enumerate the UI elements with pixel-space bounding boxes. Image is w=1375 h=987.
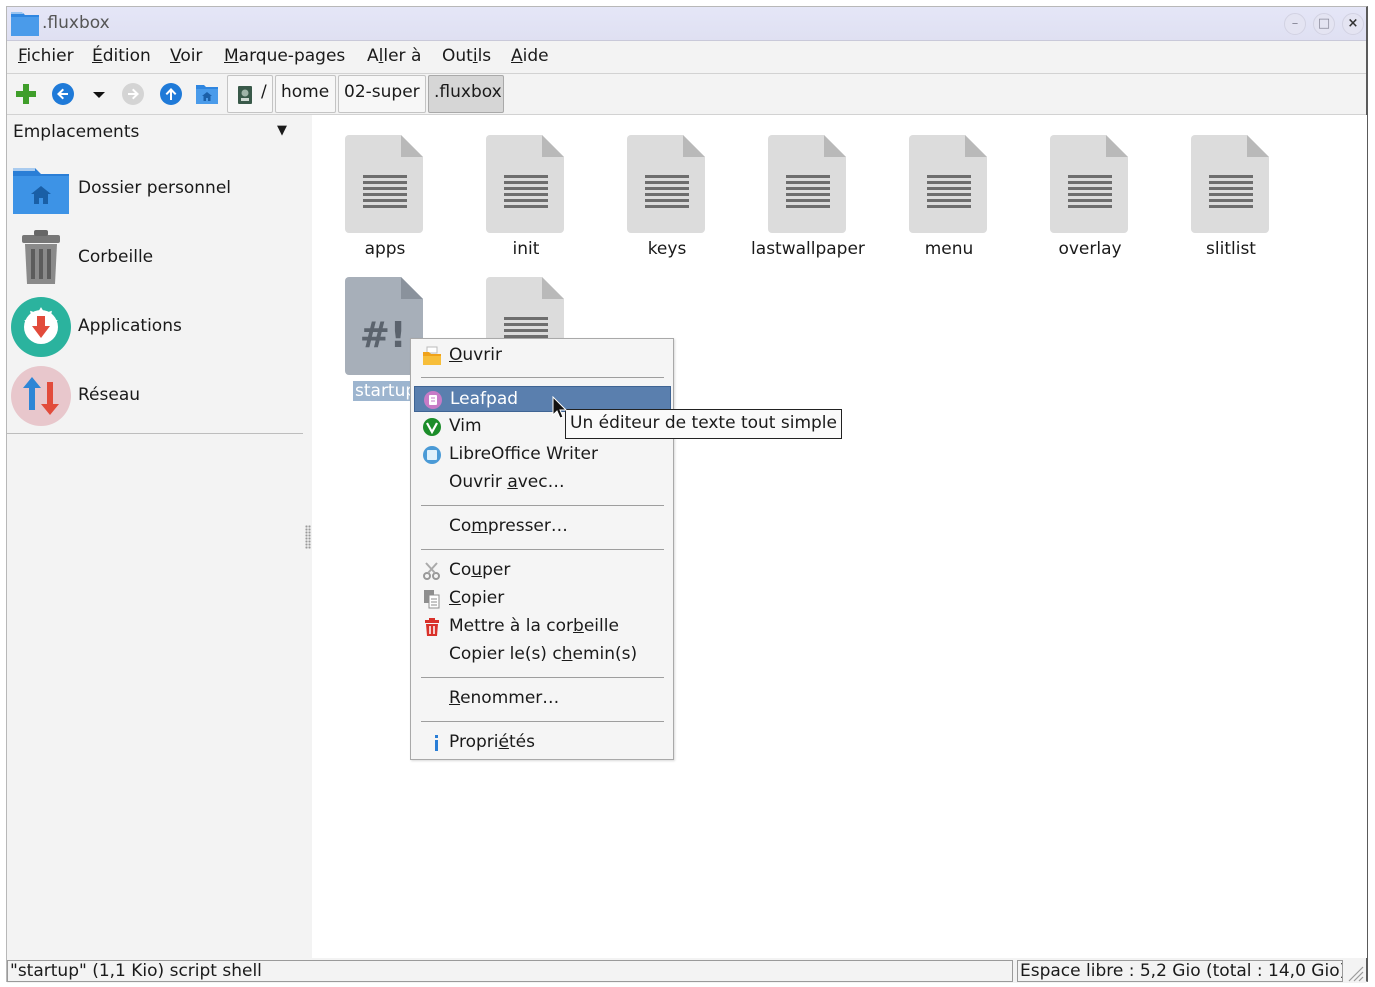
place-applications[interactable]: Applications bbox=[7, 294, 303, 360]
file-name: menu bbox=[924, 239, 974, 259]
file-item[interactable]: menu bbox=[879, 125, 1019, 267]
toolbar: / home 02-super .fluxbox bbox=[7, 73, 1366, 115]
folder-icon bbox=[10, 8, 40, 43]
menu-bar: Fichier Édition Voir Marque-pages Aller … bbox=[7, 41, 1366, 73]
places-sidebar: Emplacements ▼ Dossier personnel Corbeil… bbox=[7, 115, 303, 958]
applications-icon bbox=[10, 296, 72, 358]
place-trash[interactable]: Corbeille bbox=[7, 225, 303, 291]
menu-item-mettre-a-la-corbeille[interactable]: Mettre à la corbeille bbox=[414, 614, 671, 640]
status-free-space: Espace libre : 5,2 Gio (total : 14,0 Gio… bbox=[1017, 960, 1343, 982]
sidebar-divider bbox=[7, 433, 303, 434]
menu-separator bbox=[421, 505, 664, 506]
new-tab-plus-icon[interactable] bbox=[14, 82, 38, 106]
menu-item-copier[interactable]: Copier bbox=[414, 586, 671, 612]
close-button[interactable]: × bbox=[1342, 13, 1364, 35]
places-dropdown-icon[interactable]: ▼ bbox=[277, 123, 287, 138]
text-file-icon bbox=[486, 133, 566, 240]
pane-resize-handle[interactable] bbox=[305, 525, 311, 549]
places-header[interactable]: Emplacements bbox=[13, 122, 139, 142]
menu-edition[interactable]: Édition bbox=[92, 46, 151, 66]
menu-outils[interactable]: Outils bbox=[442, 46, 491, 66]
file-manager-window: .fluxbox – □ × Fichier Édition Voir Marq… bbox=[6, 6, 1368, 983]
menu-fichier[interactable]: Fichier bbox=[18, 46, 74, 66]
file-name: slitlist bbox=[1206, 239, 1256, 259]
place-label: Réseau bbox=[78, 385, 141, 405]
drive-icon bbox=[237, 85, 253, 110]
file-item[interactable]: apps bbox=[315, 125, 455, 267]
vim-icon bbox=[422, 417, 442, 437]
window-title: .fluxbox bbox=[42, 13, 110, 33]
leafpad-icon bbox=[423, 390, 443, 410]
history-dropdown-icon[interactable] bbox=[87, 82, 111, 106]
back-arrow-icon[interactable] bbox=[51, 82, 75, 106]
title-bar[interactable]: .fluxbox – □ × bbox=[7, 7, 1366, 41]
file-item[interactable]: lastwallpaper bbox=[738, 125, 878, 267]
menu-item-compresser[interactable]: Compresser… bbox=[414, 514, 671, 540]
text-file-icon bbox=[909, 133, 989, 240]
menu-item-ouvrir[interactable]: Ouvrir bbox=[414, 343, 671, 369]
file-name: overlay bbox=[1058, 239, 1122, 259]
text-file-icon bbox=[1191, 133, 1271, 240]
place-network[interactable]: Réseau bbox=[7, 363, 303, 429]
menu-separator bbox=[421, 677, 664, 678]
breadcrumb-fluxbox[interactable]: .fluxbox bbox=[428, 75, 504, 113]
scissors-icon bbox=[422, 561, 442, 581]
place-label: Dossier personnel bbox=[78, 178, 232, 198]
file-name: init bbox=[512, 239, 540, 259]
file-item[interactable]: keys bbox=[597, 125, 737, 267]
menu-voir[interactable]: Voir bbox=[170, 46, 202, 66]
place-home[interactable]: Dossier personnel bbox=[7, 156, 303, 222]
menu-separator bbox=[421, 377, 664, 378]
menu-separator bbox=[421, 549, 664, 550]
trash-icon bbox=[422, 617, 442, 637]
breadcrumb-02-super[interactable]: 02-super bbox=[338, 75, 426, 113]
file-item[interactable]: slitlist bbox=[1161, 125, 1301, 267]
menu-item-proprietes[interactable]: Propriétés bbox=[414, 730, 671, 756]
libreoffice-writer-icon bbox=[422, 445, 442, 465]
text-file-icon bbox=[1050, 133, 1130, 240]
breadcrumb-root[interactable]: / bbox=[227, 75, 273, 113]
up-arrow-icon[interactable] bbox=[159, 82, 183, 106]
text-file-icon bbox=[345, 133, 425, 240]
file-name: lastwallpaper bbox=[751, 239, 865, 259]
menu-item-libreoffice-writer[interactable]: LibreOffice Writer bbox=[414, 442, 671, 468]
context-menu: Ouvrir Leafpad Vim LibreOffice Writer Ou… bbox=[410, 338, 674, 760]
minimize-button[interactable]: – bbox=[1284, 13, 1306, 35]
menu-item-renommer[interactable]: Renommer… bbox=[414, 686, 671, 712]
copy-icon bbox=[422, 589, 442, 609]
tooltip: Un éditeur de texte tout simple bbox=[565, 409, 842, 439]
home-folder-icon[interactable] bbox=[195, 82, 219, 106]
menu-marque-pages[interactable]: Marque-pages bbox=[224, 46, 345, 66]
place-label: Applications bbox=[78, 316, 182, 336]
home-folder-icon bbox=[10, 158, 72, 220]
network-icon bbox=[10, 365, 72, 427]
root-separator: / bbox=[261, 82, 267, 102]
text-file-icon bbox=[768, 133, 848, 240]
status-selection-info: "startup" (1,1 Kio) script shell bbox=[7, 960, 1013, 982]
info-icon bbox=[422, 733, 442, 753]
file-name: keys bbox=[647, 239, 687, 259]
breadcrumb-home[interactable]: home bbox=[275, 75, 336, 113]
open-folder-icon bbox=[422, 346, 442, 366]
file-name: startup bbox=[353, 381, 419, 401]
menu-aller-a[interactable]: Aller à bbox=[367, 46, 421, 66]
forward-arrow-icon[interactable] bbox=[121, 82, 145, 106]
file-name: apps bbox=[364, 239, 406, 259]
svg-text:#!: #! bbox=[360, 315, 407, 356]
file-item[interactable]: overlay bbox=[1020, 125, 1160, 267]
menu-item-copier-chemins[interactable]: Copier le(s) chemin(s) bbox=[414, 642, 671, 668]
resize-grip-icon[interactable] bbox=[1344, 962, 1364, 982]
file-item[interactable]: init bbox=[456, 125, 596, 267]
menu-item-couper[interactable]: Couper bbox=[414, 558, 671, 584]
menu-separator bbox=[421, 721, 664, 722]
trash-icon bbox=[10, 227, 72, 289]
menu-item-ouvrir-avec[interactable]: Ouvrir avec… bbox=[414, 470, 671, 496]
text-file-icon bbox=[627, 133, 707, 240]
mouse-pointer-icon bbox=[552, 395, 568, 425]
menu-aide[interactable]: Aide bbox=[511, 46, 549, 66]
place-label: Corbeille bbox=[78, 247, 154, 267]
status-bar: "startup" (1,1 Kio) script shell Espace … bbox=[7, 958, 1366, 983]
maximize-button[interactable]: □ bbox=[1313, 13, 1335, 35]
